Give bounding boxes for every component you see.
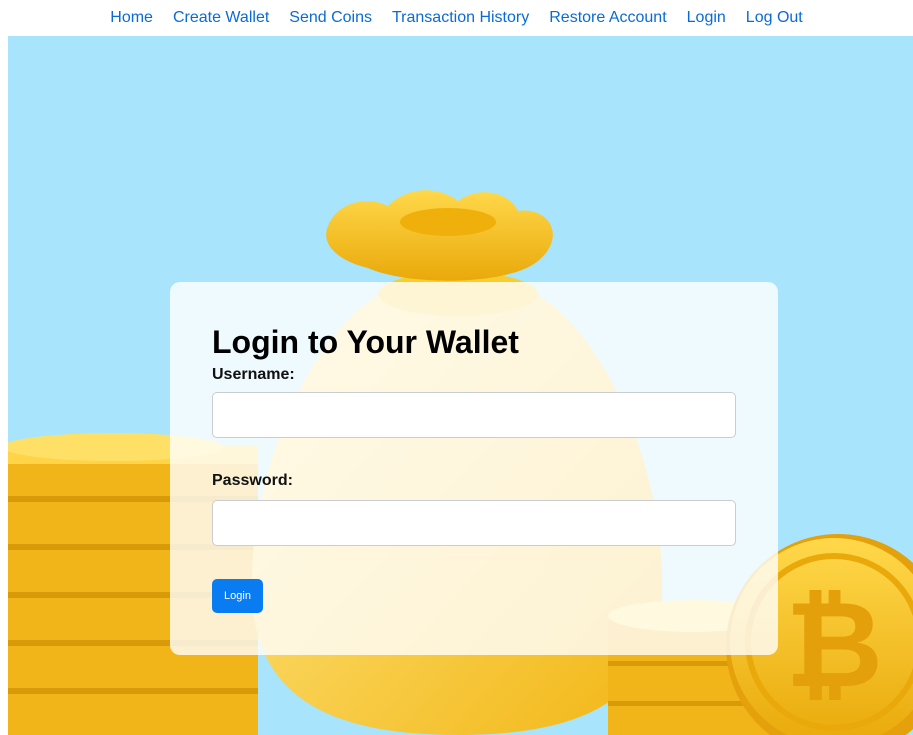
- login-card: Login to Your Wallet Username: Password:…: [170, 282, 778, 655]
- nav-link-create-wallet[interactable]: Create Wallet: [173, 9, 269, 27]
- nav-link-log-out[interactable]: Log Out: [746, 9, 803, 27]
- hero-background: ₿ Login to Your Wallet Username: Passwor…: [8, 36, 913, 735]
- nav-link-login[interactable]: Login: [687, 9, 726, 27]
- top-navigation: Home Create Wallet Send Coins Transactio…: [0, 0, 913, 36]
- nav-link-send-coins[interactable]: Send Coins: [289, 9, 372, 27]
- bitcoin-icon: ₿: [785, 578, 883, 712]
- password-input[interactable]: [212, 500, 736, 546]
- nav-link-restore-account[interactable]: Restore Account: [549, 9, 666, 27]
- password-label: Password:: [212, 472, 293, 489]
- nav-link-transaction-history[interactable]: Transaction History: [392, 9, 529, 27]
- login-button[interactable]: Login: [212, 579, 263, 613]
- username-label: Username:: [212, 366, 295, 383]
- username-input[interactable]: [212, 392, 736, 438]
- nav-link-home[interactable]: Home: [110, 9, 153, 27]
- page-title: Login to Your Wallet: [212, 324, 519, 360]
